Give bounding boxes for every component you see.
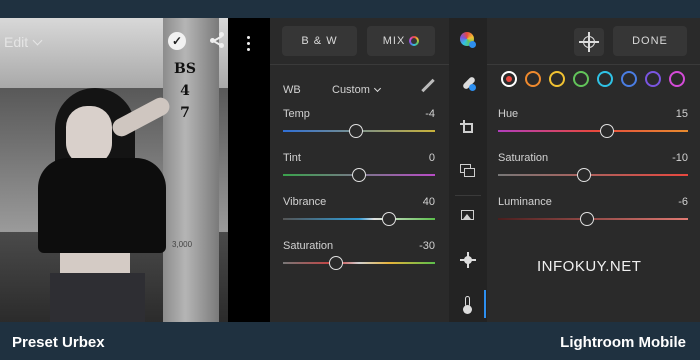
healing-icon[interactable] bbox=[460, 75, 477, 91]
pole-number: 3,000 bbox=[172, 240, 193, 249]
photo-subject-jeans bbox=[50, 273, 145, 322]
slider-handle[interactable] bbox=[576, 168, 591, 182]
slider-value: -30 bbox=[419, 240, 435, 252]
swatch-magenta[interactable] bbox=[669, 71, 685, 87]
slider-label: Temp bbox=[283, 108, 310, 120]
swatch-red[interactable] bbox=[501, 71, 517, 87]
sign-line-2: 4 bbox=[180, 83, 190, 99]
footer-left-caption: Preset Urbex bbox=[12, 334, 105, 351]
swatch-green[interactable] bbox=[573, 71, 589, 87]
slider-label: Luminance bbox=[498, 196, 552, 208]
image-adjust-icon[interactable] bbox=[460, 208, 476, 224]
chevron-down-icon bbox=[373, 84, 381, 93]
toolbar-strip bbox=[228, 18, 270, 322]
wb-label: WB bbox=[283, 84, 301, 96]
edit-menu[interactable]: Edit bbox=[4, 34, 43, 50]
slider-value: 0 bbox=[428, 152, 435, 164]
slider-handle[interactable] bbox=[352, 168, 366, 182]
edit-label: Edit bbox=[4, 34, 29, 50]
photo-subject-face bbox=[66, 106, 112, 166]
swatch-aqua[interactable] bbox=[597, 71, 613, 87]
slider-value: -10 bbox=[672, 152, 688, 164]
slider-label: Tint bbox=[283, 152, 301, 164]
light-icon[interactable] bbox=[460, 252, 476, 268]
slider-handle[interactable] bbox=[600, 124, 615, 138]
mix-button[interactable]: MIX bbox=[367, 26, 435, 56]
swatch-blue[interactable] bbox=[621, 71, 637, 87]
slider-label: Vibrance bbox=[283, 196, 327, 208]
chevron-down-icon bbox=[32, 35, 43, 46]
slider-track[interactable] bbox=[498, 130, 688, 132]
slider-label: Saturation bbox=[498, 152, 549, 164]
color-mix-icon[interactable] bbox=[460, 32, 476, 48]
slider-handle[interactable] bbox=[580, 212, 595, 226]
temperature-icon[interactable] bbox=[460, 296, 476, 314]
checkmark-icon[interactable]: ✓ bbox=[168, 32, 186, 50]
slider-handle[interactable] bbox=[348, 124, 363, 138]
light-color-panel: B & W MIX WB Custom Temp -4 Tint 0 Vibrance 4… bbox=[270, 18, 449, 322]
wb-mode-value: Custom bbox=[332, 84, 370, 96]
photo-preview[interactable]: BS 4 7 3,000 Edit ✓ bbox=[0, 18, 228, 322]
wb-mode-dropdown[interactable]: Custom bbox=[332, 84, 381, 96]
share-icon[interactable] bbox=[210, 32, 224, 48]
slider-handle[interactable] bbox=[329, 256, 344, 270]
bw-label: B & W bbox=[301, 35, 338, 47]
active-tool-indicator bbox=[484, 290, 486, 318]
swatch-purple[interactable] bbox=[645, 71, 661, 87]
slider-track[interactable] bbox=[283, 218, 435, 220]
slider-track[interactable] bbox=[283, 262, 435, 264]
crop-icon[interactable] bbox=[460, 120, 476, 136]
color-mix-panel: DONE Hue 15 Saturation -10 Luminance -6 INFOK… bbox=[487, 18, 700, 322]
sign-line-1: BS bbox=[174, 61, 196, 77]
more-options-icon[interactable] bbox=[247, 36, 250, 54]
photo-subject-waist bbox=[60, 253, 130, 275]
tool-strip bbox=[449, 18, 487, 322]
sign-line-3: 7 bbox=[180, 105, 190, 121]
watermark: INFOKUY.NET bbox=[537, 258, 642, 275]
target-adjust-button[interactable] bbox=[574, 28, 604, 56]
app-frame: BS 4 7 3,000 Edit ✓ B & W MIX WB Custom … bbox=[0, 0, 700, 360]
slider-value: -6 bbox=[678, 196, 688, 208]
slider-value: 40 bbox=[422, 196, 435, 208]
divider bbox=[455, 195, 481, 196]
layers-icon[interactable] bbox=[460, 164, 476, 180]
footer-right-caption: Lightroom Mobile bbox=[560, 334, 686, 351]
slider-label: Hue bbox=[498, 108, 519, 120]
done-button[interactable]: DONE bbox=[613, 26, 687, 56]
color-wheel-icon bbox=[409, 36, 420, 47]
pole-sign: BS 4 7 bbox=[170, 58, 200, 124]
slider-value: 15 bbox=[675, 108, 688, 120]
done-label: DONE bbox=[632, 35, 668, 47]
slider-label: Saturation bbox=[283, 240, 334, 252]
swatch-orange[interactable] bbox=[525, 71, 541, 87]
slider-track[interactable] bbox=[498, 174, 688, 176]
swatch-yellow[interactable] bbox=[549, 71, 565, 87]
divider bbox=[270, 64, 449, 65]
eyedropper-icon[interactable] bbox=[421, 78, 435, 93]
divider bbox=[487, 64, 700, 65]
bw-button[interactable]: B & W bbox=[282, 26, 357, 56]
slider-value: -4 bbox=[425, 108, 435, 120]
photo-subject-shirt bbox=[38, 158, 166, 253]
mix-label: MIX bbox=[382, 35, 406, 47]
slider-handle[interactable] bbox=[382, 212, 397, 226]
